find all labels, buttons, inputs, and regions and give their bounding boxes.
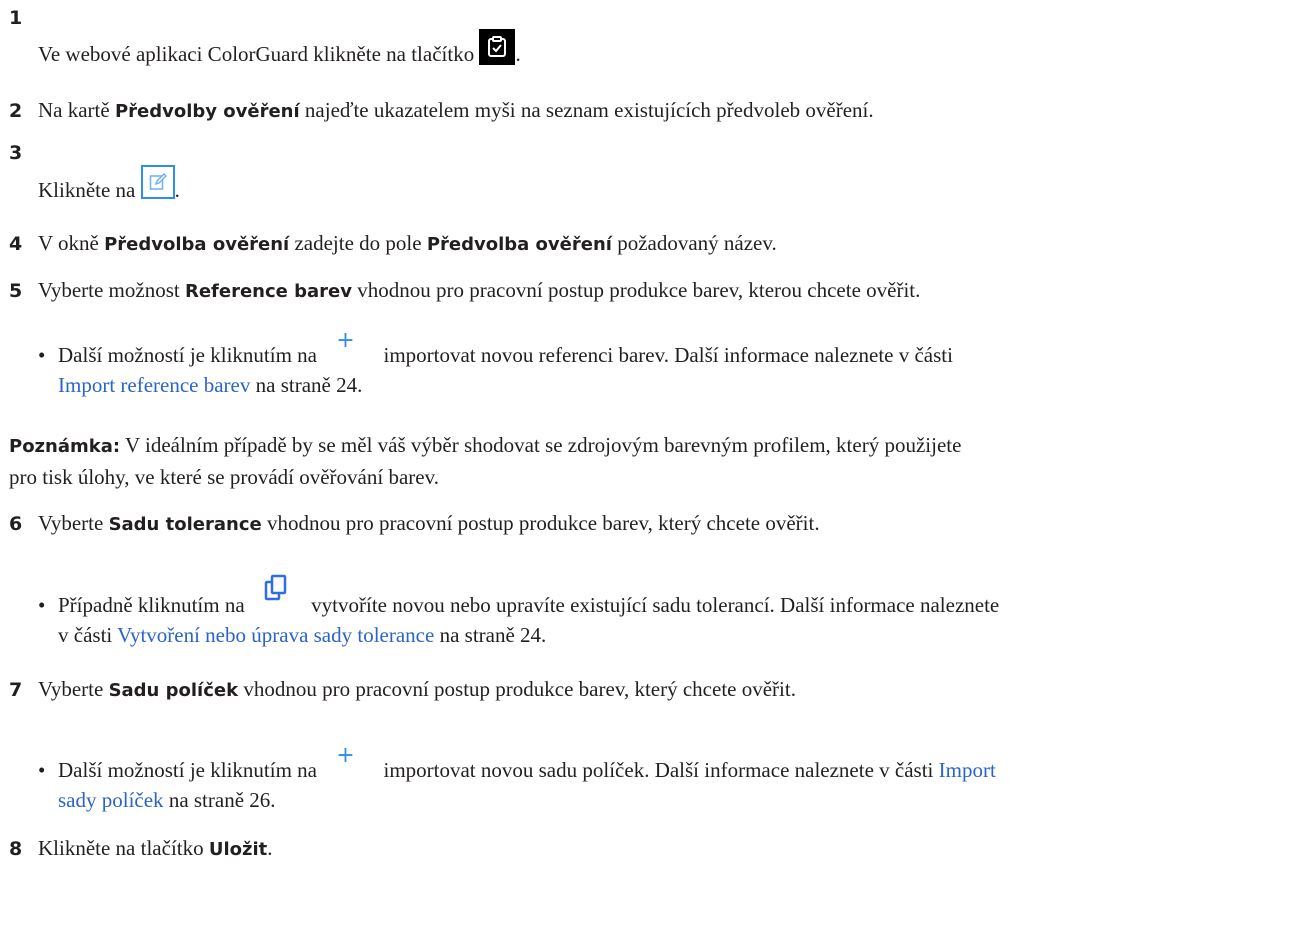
step-number: 8 — [9, 838, 23, 860]
edit-icon — [140, 165, 175, 200]
plus-icon: + — [336, 743, 355, 768]
copy-icon — [250, 574, 306, 612]
step-number: 1 — [9, 7, 23, 29]
step-7-text: Vyberte Sadu políček vhodnou pro pracovn… — [38, 677, 796, 701]
step-number: 3 — [9, 142, 23, 164]
plus-icon: + — [336, 328, 355, 353]
link-import-reference[interactable]: Import reference barev — [58, 373, 250, 397]
note: Poznámka: V ideálním případě by se měl v… — [9, 433, 962, 489]
link-import[interactable]: Import — [939, 758, 996, 782]
bullet-item: • Další možností je kliknutím na + import… — [38, 328, 953, 397]
step-number: 4 — [9, 233, 23, 255]
step-number: 2 — [9, 100, 23, 122]
bullet-dot: • — [38, 343, 46, 367]
bullet-dot: • — [38, 758, 46, 782]
step-1-text: Ve webové aplikaci ColorGuard klikněte n… — [38, 29, 521, 67]
bullet-dot: • — [38, 593, 46, 617]
step-2-text: Na kartě Předvolby ověření najeďte ukaza… — [38, 98, 874, 122]
step-number: 6 — [9, 513, 23, 535]
step-5-text: Vyberte možnost Reference barev vhodnou … — [38, 278, 921, 302]
step-4-text: V okně Předvolba ověření zadejte do pole… — [38, 231, 777, 255]
step-6-text: Vyberte Sadu tolerance vhodnou pro praco… — [38, 511, 820, 535]
step-8-text: Klikněte na tlačítko Uložit. — [38, 836, 273, 860]
link-patch-set[interactable]: sady políček — [58, 788, 164, 812]
link-tolerance-set[interactable]: Vytvoření nebo úprava sady tolerance — [117, 623, 434, 647]
bullet-item: • Případně kliknutím na vytvoříte novou n… — [38, 574, 1298, 650]
step-number: 7 — [9, 679, 23, 701]
step-number: 5 — [9, 280, 23, 302]
bullet-item: • Další možností je kliknutím na + import… — [38, 743, 996, 812]
step-3-text: Klikněte na . — [38, 165, 180, 203]
clipboard-check-icon — [479, 29, 516, 66]
